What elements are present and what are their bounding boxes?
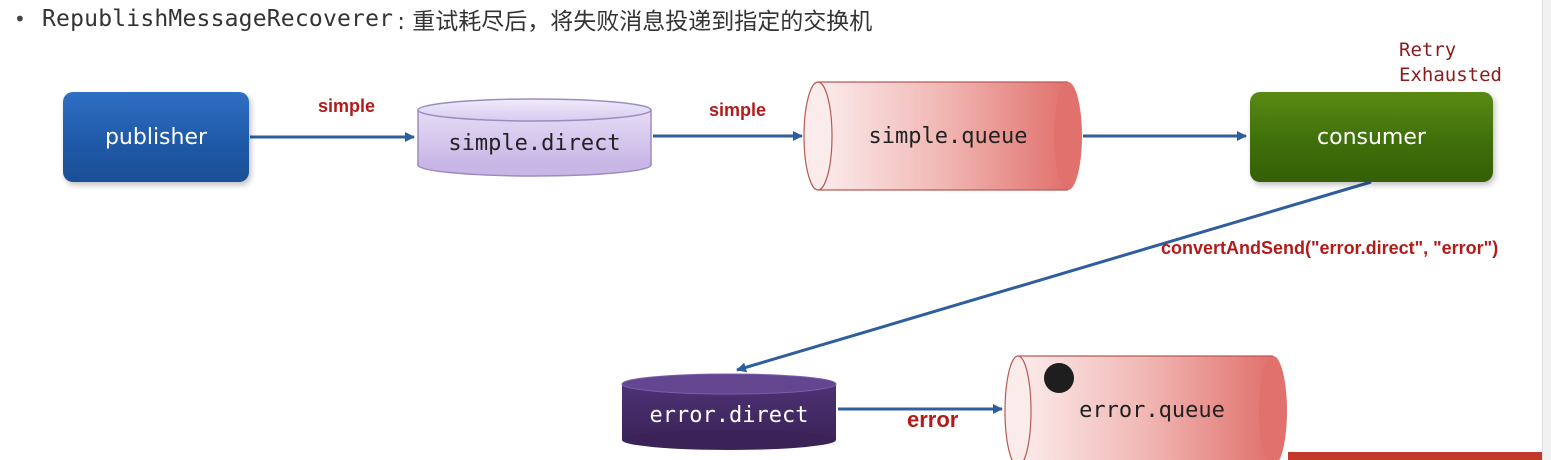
edge-label-convert-and-send: convertAndSend("error.direct", "error") xyxy=(1161,238,1499,258)
simple-direct-label: simple.direct xyxy=(448,131,621,156)
retry-exhausted-label: Retry Exhausted xyxy=(1399,39,1502,86)
edge-label-exchange-queue: simple xyxy=(709,100,767,120)
simple-queue-label: simple.queue xyxy=(868,124,1028,149)
diagram-stage: • RepublishMessageRecoverer : 重试耗尽后，将失败消… xyxy=(0,0,1551,460)
arrow-consumer-to-error-exchange xyxy=(736,180,1372,373)
publisher-label: publisher xyxy=(104,124,208,150)
slide-bottom-bar xyxy=(1288,452,1551,460)
diagram-svg xyxy=(250,81,1408,460)
publisher-node: publisher xyxy=(63,92,249,182)
window-scrollbar[interactable] xyxy=(1542,0,1551,460)
cursor-dot-icon xyxy=(1044,363,1074,393)
error-queue-label: error.queue xyxy=(1079,398,1225,423)
error-direct-label: error.direct xyxy=(649,403,809,428)
consumer-node: consumer xyxy=(1250,92,1493,182)
consumer-label: consumer xyxy=(1317,124,1426,150)
edge-label-publisher-exchange: simple xyxy=(318,96,376,116)
edge-label-error-routing-key: error xyxy=(907,407,959,432)
